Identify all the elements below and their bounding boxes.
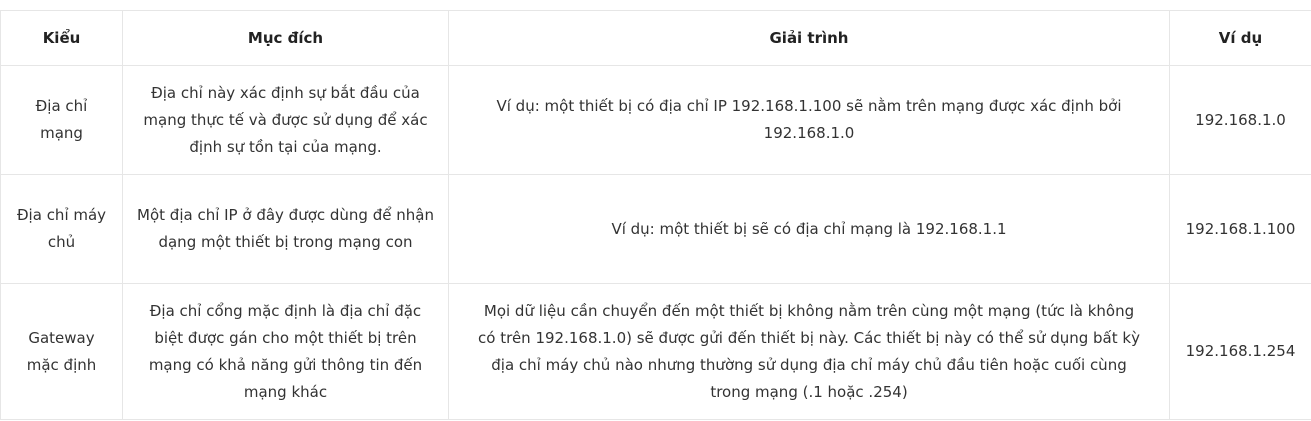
table-row: Địa chỉ mạng Địa chỉ này xác định sự bắt… xyxy=(0,65,1311,175)
cell-purpose: Địa chỉ cổng mặc định là địa chỉ đặc biệ… xyxy=(122,283,449,420)
cell-explanation: Ví dụ: một thiết bị sẽ có địa chỉ mạng l… xyxy=(448,174,1170,284)
cell-purpose: Một địa chỉ IP ở đây được dùng để nhận d… xyxy=(122,174,449,284)
header-purpose: Mục đích xyxy=(122,10,449,66)
cell-example: 192.168.1.100 xyxy=(1169,174,1311,284)
header-example: Ví dụ xyxy=(1169,10,1311,66)
cell-explanation: Mọi dữ liệu cần chuyển đến một thiết bị … xyxy=(448,283,1170,420)
cell-type: Địa chỉ mạng xyxy=(0,65,123,175)
table-header-row: Kiểu Mục đích Giải trình Ví dụ xyxy=(0,10,1311,66)
cell-example: 192.168.1.254 xyxy=(1169,283,1311,420)
cell-example: 192.168.1.0 xyxy=(1169,65,1311,175)
cell-explanation: Ví dụ: một thiết bị có địa chỉ IP 192.16… xyxy=(448,65,1170,175)
header-type: Kiểu xyxy=(0,10,123,66)
header-explanation: Giải trình xyxy=(448,10,1170,66)
cell-type: Địa chỉ máy chủ xyxy=(0,174,123,284)
ip-address-table-container: Kiểu Mục đích Giải trình Ví dụ Địa chỉ m… xyxy=(0,10,1311,420)
table-row: Gateway mặc định Địa chỉ cổng mặc định l… xyxy=(0,283,1311,420)
cell-type: Gateway mặc định xyxy=(0,283,123,420)
table-row: Địa chỉ máy chủ Một địa chỉ IP ở đây đượ… xyxy=(0,174,1311,284)
ip-address-table: Kiểu Mục đích Giải trình Ví dụ Địa chỉ m… xyxy=(0,10,1311,420)
cell-purpose: Địa chỉ này xác định sự bắt đầu của mạng… xyxy=(122,65,449,175)
